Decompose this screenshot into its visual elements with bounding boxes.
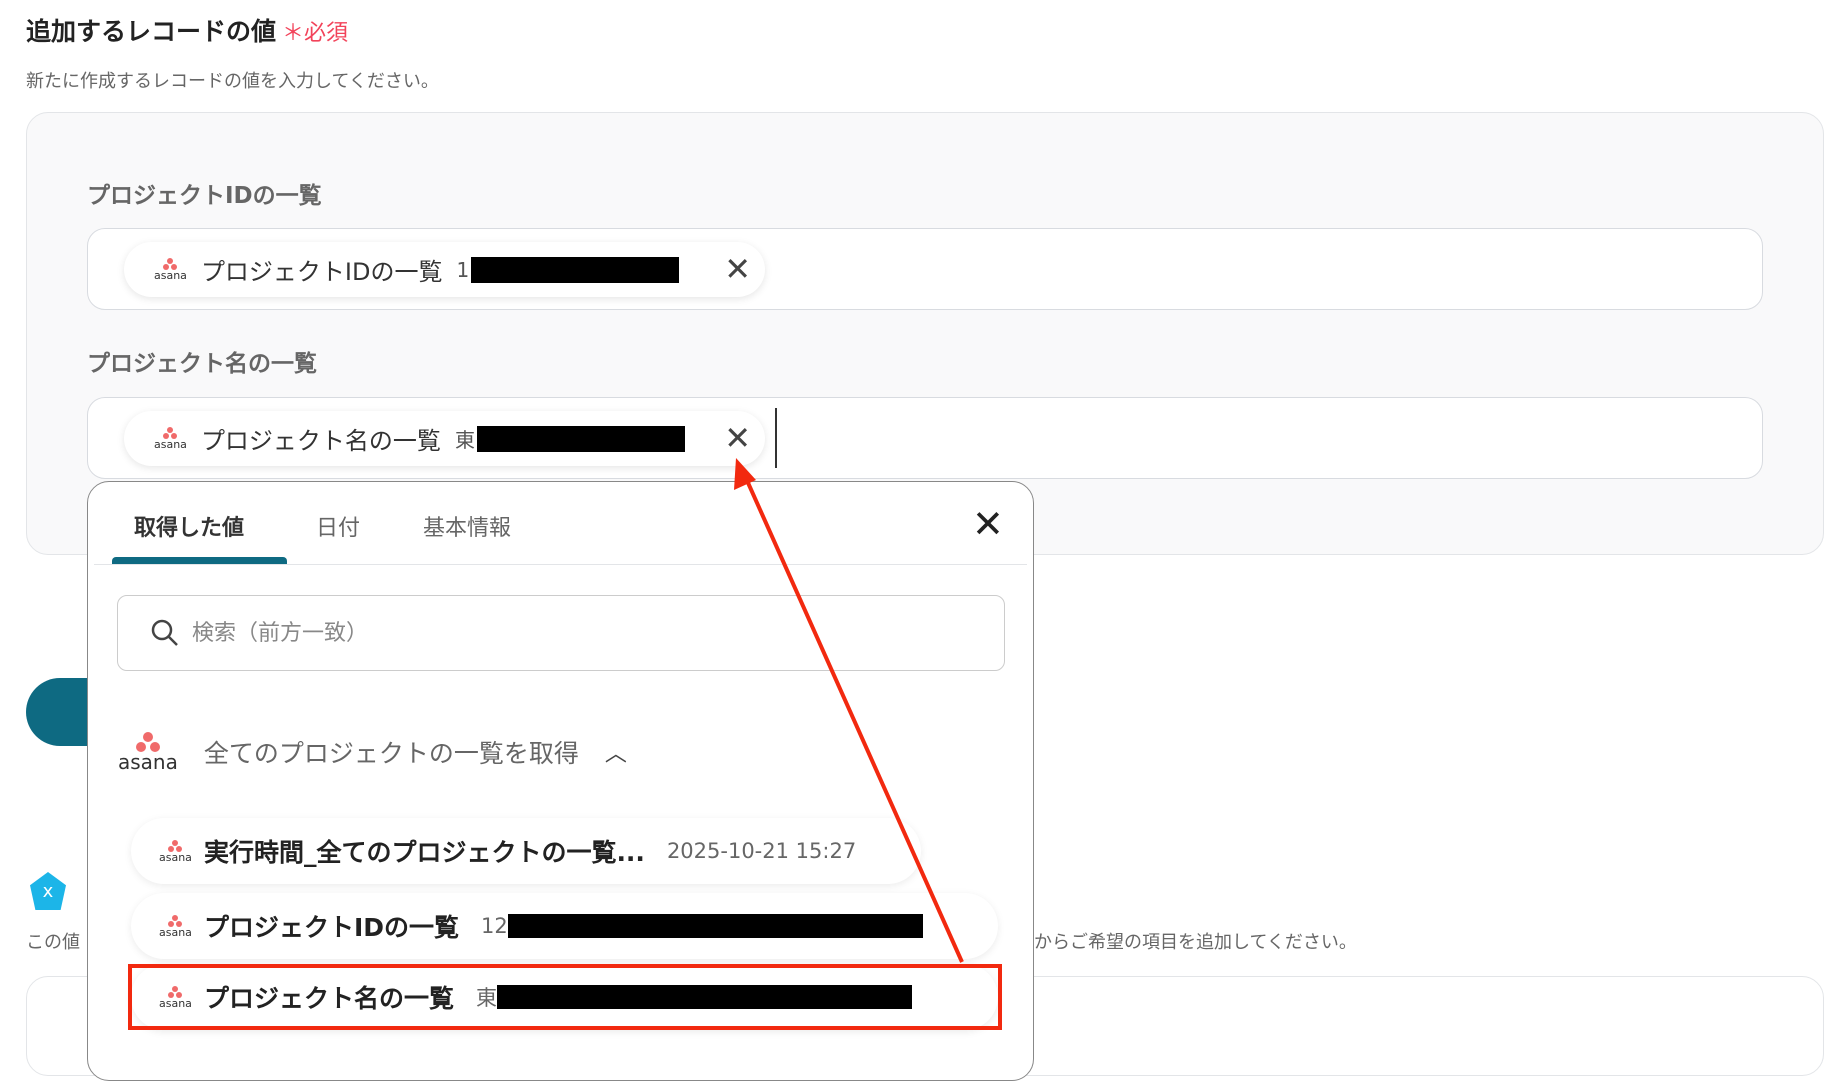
field-label-project-ids: プロジェクトIDの一覧 [87, 183, 322, 209]
project-names-field[interactable]: asana プロジェクト名の一覧 東 ✕ [87, 397, 1763, 479]
section-title: 追加するレコードの値 ＊必須 [26, 17, 349, 46]
required-badge: ＊必須 [282, 21, 349, 46]
redacted-value [471, 256, 680, 283]
search-box[interactable] [117, 595, 1005, 671]
list-item[interactable]: asana 実行時間_全てのプロジェクトの一覧... 2025-10-21 15… [131, 818, 921, 884]
list-item[interactable]: asana プロジェクトIDの一覧 12 [131, 893, 998, 959]
redacted-value [476, 425, 685, 452]
tab-basic-info[interactable]: 基本情報 [423, 510, 511, 542]
asana-logo-icon: asana [159, 839, 192, 863]
field-label-project-names: プロジェクト名の一覧 [87, 351, 317, 377]
asana-logo-icon: asana [118, 732, 178, 772]
close-icon[interactable]: ✕ [724, 419, 751, 457]
search-icon [151, 619, 178, 646]
project-ids-field[interactable]: asana プロジェクトIDの一覧 1 ✕ [87, 228, 1763, 310]
chevron-up-icon[interactable]: ︿ [605, 736, 627, 768]
section-subtitle: 新たに作成するレコードの値を入力してください。 [26, 71, 439, 92]
variable-chip[interactable]: asana プロジェクトIDの一覧 1 ✕ [124, 242, 765, 297]
close-icon[interactable]: ✕ [724, 250, 751, 288]
help-text: からご希望の項目を追加してください。 [1034, 932, 1357, 953]
app-icon: x [30, 872, 66, 910]
highlight-box [128, 964, 1002, 1030]
tab-fetched-values[interactable]: 取得した値 [134, 510, 244, 542]
help-text: この値 [26, 932, 80, 953]
group-header[interactable]: asana 全てのプロジェクトの一覧を取得 ︿ [118, 732, 627, 772]
redacted-value [507, 914, 923, 938]
asana-logo-icon: asana [154, 427, 187, 450]
close-icon[interactable]: ✕ [972, 504, 1004, 544]
variable-chip[interactable]: asana プロジェクト名の一覧 東 ✕ [124, 411, 765, 466]
divider [94, 564, 1027, 565]
text-caret [775, 408, 777, 468]
active-tab-indicator [112, 557, 287, 564]
search-input[interactable] [192, 620, 952, 646]
asana-logo-icon: asana [159, 914, 192, 938]
tab-date[interactable]: 日付 [316, 510, 360, 542]
variable-picker-dropdown: 取得した値 日付 基本情報 ✕ asana 全てのプロジェクトの一覧を取得 ︿ … [87, 481, 1034, 1081]
asana-logo-icon: asana [154, 258, 187, 281]
